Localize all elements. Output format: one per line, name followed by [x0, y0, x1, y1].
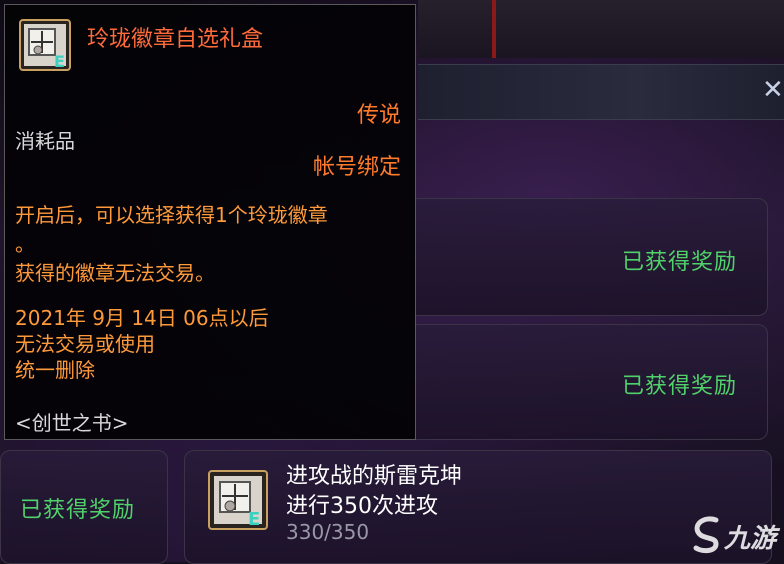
equipment-grade-badge: E: [248, 509, 260, 530]
watermark: 九游: [690, 512, 780, 556]
description-line: 获得的徽章无法交易。: [15, 261, 215, 285]
gift-box-icon: E: [208, 470, 268, 530]
item-expiry: 2021年 9月 14日 06点以后 无法交易或使用 统一删除: [15, 305, 269, 383]
reward-claimed-label-2: 已获得奖励: [622, 374, 738, 399]
item-series: <创世之书>: [15, 411, 129, 435]
description-line: 开启后，可以选择获得1个玲珑徽章: [15, 203, 328, 227]
quest-item-icon[interactable]: E: [208, 470, 268, 530]
frame-accent: [492, 0, 496, 58]
gift-box-icon: E: [19, 19, 71, 71]
quest-progress: 330/350: [286, 520, 370, 544]
expiry-line: 无法交易或使用: [15, 332, 155, 356]
expiry-date: 2021年 9月 14日 06点以后: [15, 306, 269, 330]
item-tooltip: E 玲珑徽章自选礼盒 传说 消耗品 帐号绑定 开启后，可以选择获得1个玲珑徽章 …: [4, 4, 416, 440]
watermark-logo-icon: [693, 516, 719, 554]
expiry-line: 统一删除: [15, 358, 95, 382]
equipment-grade-badge: E: [54, 52, 65, 71]
reward-claimed-label-3: 已获得奖励: [20, 498, 136, 523]
description-line: 。: [15, 232, 35, 256]
item-title: 玲珑徽章自选礼盒: [87, 27, 264, 52]
reward-claimed-label-1: 已获得奖励: [622, 250, 738, 275]
item-description: 开启后，可以选择获得1个玲珑徽章 。 获得的徽章无法交易。: [15, 201, 405, 288]
watermark-text: 九游: [724, 524, 777, 554]
item-type: 消耗品: [15, 129, 75, 153]
achievement-row-3[interactable]: [184, 450, 772, 564]
close-button[interactable]: ✕: [762, 76, 784, 104]
item-binding: 帐号绑定: [312, 155, 401, 180]
tooltip-item-icon: E: [19, 19, 71, 71]
quest-description: 进行350次进攻: [286, 494, 438, 519]
window-header: [418, 64, 784, 120]
item-rarity: 传说: [356, 103, 401, 128]
quest-name: 进攻战的斯雷克坤: [286, 464, 463, 489]
top-frame: [418, 0, 784, 58]
